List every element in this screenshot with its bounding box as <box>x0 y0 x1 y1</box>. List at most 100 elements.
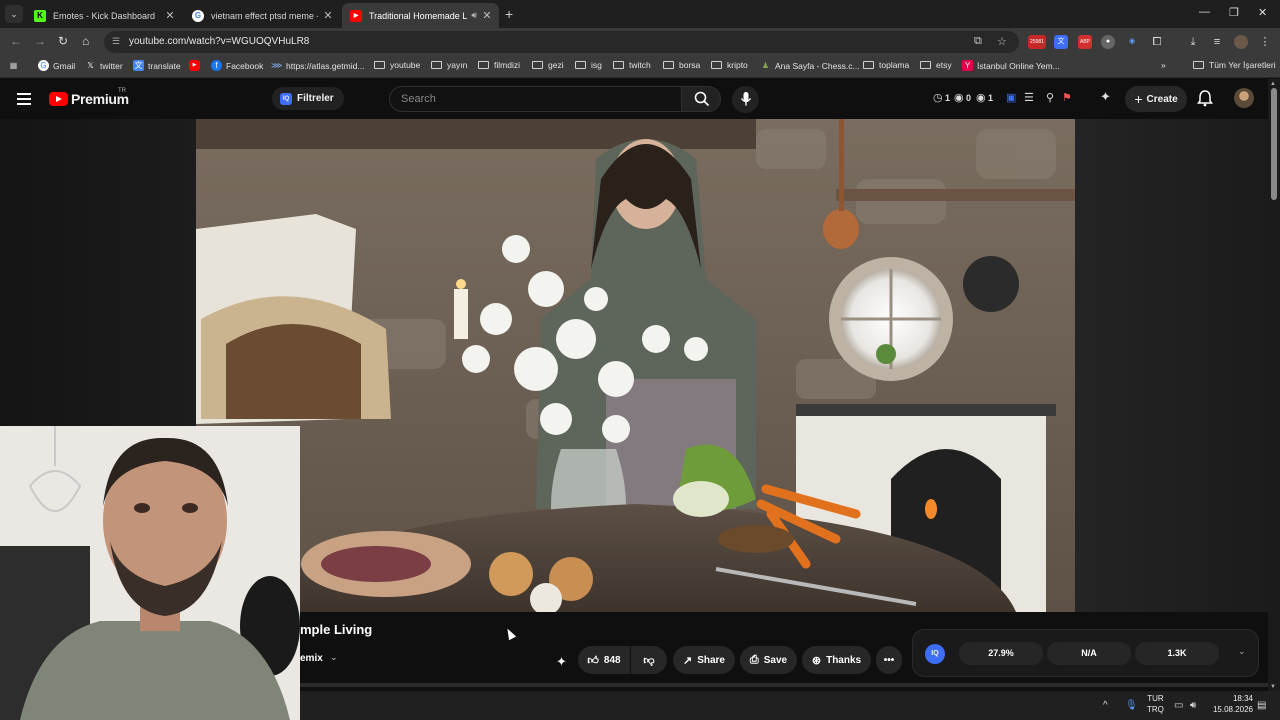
save-button[interactable]: ⎙ Save <box>740 646 797 674</box>
channel-name[interactable]: emix <box>300 653 323 664</box>
chevron-down-icon[interactable]: ⌄ <box>1238 646 1246 657</box>
bookmarks-overflow-icon[interactable]: » <box>1161 60 1166 70</box>
youtube-logo-icon[interactable] <box>49 92 68 106</box>
home-icon[interactable]: ⌂ <box>82 34 89 48</box>
list-icon[interactable]: ☰ <box>1024 91 1034 104</box>
video-player[interactable] <box>196 119 1075 612</box>
dislike-button[interactable]: 👎︎ <box>631 646 667 674</box>
bookmark-folder-isg[interactable]: isg <box>575 60 602 70</box>
reload-icon[interactable]: ↻ <box>58 34 68 48</box>
page-scrollbar[interactable]: ▲ ▼ <box>1268 79 1280 691</box>
reading-list-icon[interactable]: ≡ <box>1210 35 1224 49</box>
chevron-down-icon[interactable]: ⌄ <box>330 652 338 663</box>
bookmark-yemeksepeti[interactable]: Y İstanbul Online Yem... <box>962 60 1060 71</box>
bookmark-twitter[interactable]: 𝕏twitter <box>85 60 122 71</box>
bookmark-youtube[interactable]: ▶ <box>189 60 204 71</box>
tab-search-button[interactable]: ⌄ <box>5 5 23 23</box>
download-icon[interactable]: ⤓ <box>1186 35 1200 49</box>
bookmark-atlas[interactable]: ⋙ https://atlas.getmid... <box>271 60 364 71</box>
scroll-down-icon[interactable]: ▼ <box>1270 684 1276 690</box>
close-window-icon[interactable]: ✕ <box>1258 6 1267 19</box>
audio-extension-icon[interactable]: ◉ <box>1125 35 1139 49</box>
guide-menu-icon[interactable] <box>17 93 31 105</box>
system-clock[interactable]: 18:34 15.08.2026 <box>1209 693 1253 715</box>
bookmark-folder-twitch[interactable]: twitch <box>613 60 651 70</box>
address-bar[interactable]: ☰ youtube.com/watch?v=WGUOQVHuLR8 ⧉ ☆ <box>104 31 1019 53</box>
share-icon: ↗ <box>682 654 693 667</box>
microphone-icon[interactable]: 🎙︎ <box>1125 700 1138 711</box>
close-tab-icon[interactable]: ✕ <box>164 9 176 22</box>
back-icon[interactable]: ← <box>10 34 22 48</box>
bookmark-chess[interactable]: ♟ Ana Sayfa - Chess.c... <box>760 60 860 71</box>
extensions-puzzle-icon[interactable]: ⧠ <box>1150 35 1164 49</box>
bookmark-folder-gezi[interactable]: gezi <box>532 60 564 70</box>
gamepad-icon[interactable]: ✦ <box>556 654 567 670</box>
bookmark-translate[interactable]: 文 translate <box>133 60 181 71</box>
bookmark-facebook[interactable]: f Facebook <box>211 60 263 71</box>
notifications-bell-icon[interactable] <box>1197 89 1213 107</box>
iq-logo-icon[interactable]: IQ <box>925 644 945 664</box>
player-bottom-bar[interactable] <box>300 683 1268 687</box>
bookmarks-bar: ▦ G Gmail 𝕏twitter 文 translate ▶ f Facebook… <box>0 56 1280 78</box>
more-actions-button[interactable]: ••• <box>876 646 902 674</box>
bookmark-folder-youtube[interactable]: youtube <box>374 60 420 70</box>
share-button[interactable]: ↗ Share <box>673 646 735 674</box>
extension-badge[interactable]: 25981 <box>1028 35 1046 49</box>
apps-grid-icon[interactable]: ▦ <box>8 60 23 71</box>
user-avatar[interactable] <box>1234 88 1254 108</box>
like-button[interactable]: 👍︎ 848 <box>578 646 630 674</box>
volume-icon[interactable]: 🔊︎ <box>1190 700 1196 711</box>
bookmark-folder-borsa[interactable]: borsa <box>663 60 700 70</box>
profile-avatar-icon[interactable] <box>1234 35 1248 49</box>
input-language[interactable]: TUR TRQ <box>1147 693 1164 715</box>
folder-icon <box>478 61 489 69</box>
search-button[interactable] <box>681 86 721 112</box>
voice-search-button[interactable] <box>732 86 759 113</box>
cast-icon[interactable]: ⧉ <box>974 35 982 48</box>
bookmark-folder-yayin[interactable]: yayın <box>431 60 467 70</box>
search-input[interactable]: Search <box>389 86 681 112</box>
bookmark-gmail[interactable]: G Gmail <box>38 60 75 71</box>
minimize-icon[interactable]: — <box>1199 6 1210 18</box>
forward-icon[interactable]: → <box>34 34 46 48</box>
scrollbar-thumb[interactable] <box>1271 88 1277 200</box>
network-icon[interactable]: ▭ <box>1174 700 1183 711</box>
notification-off-icon[interactable]: ⚑ <box>1062 91 1072 104</box>
rocket-icon[interactable]: ⚲ <box>1046 91 1054 104</box>
site-info-icon[interactable]: ☰ <box>112 36 120 47</box>
notification-icon[interactable]: ▤ <box>1257 700 1266 711</box>
all-bookmarks-folder[interactable]: Tüm Yer İşaretleri <box>1193 60 1276 70</box>
restore-icon[interactable]: ❐ <box>1229 6 1239 19</box>
translate-extension-icon[interactable]: 文 <box>1054 35 1068 49</box>
tab-kick-dashboard[interactable]: K Emotes - Kick Dashboard ✕ <box>26 3 182 28</box>
stat-watch-later: 1 <box>945 93 951 103</box>
x-icon: 𝕏 <box>87 61 94 70</box>
browser-menu-icon[interactable]: ⋮ <box>1258 35 1272 49</box>
windows-taskbar: ^ 🎙︎ ▭ 🔊︎ ▤ <box>300 691 1280 720</box>
yemeksepeti-icon: Y <box>962 60 973 71</box>
eye-icon: ◉ <box>954 92 964 104</box>
eye-icon: ◉ <box>976 92 986 104</box>
thanks-button[interactable]: ⊛ Thanks <box>802 646 871 674</box>
gamepad-icon[interactable]: ✦ <box>1100 89 1111 105</box>
bookmark-star-icon[interactable]: ☆ <box>997 35 1007 48</box>
adblock-extension-icon[interactable]: ABP <box>1078 35 1092 49</box>
bookmark-folder-kripto[interactable]: kripto <box>711 60 748 70</box>
tab-title: Traditional Homemade Las <box>369 10 468 21</box>
mouse-cursor <box>503 626 517 641</box>
bookmark-folder-etsy[interactable]: etsy <box>920 60 952 70</box>
close-tab-icon[interactable]: ✕ <box>481 9 493 22</box>
bookmark-folder-toplama[interactable]: toplama <box>863 60 909 70</box>
iq-icon[interactable]: ▣ <box>1006 91 1016 104</box>
tab-youtube-video[interactable]: ▶ Traditional Homemade Las 🔊︎ ✕ <box>342 3 499 28</box>
tab-google-search[interactable]: G vietnam effect ptsd meme - Go ✕ <box>184 3 340 28</box>
filters-button[interactable]: IQ Filtreler <box>272 87 344 110</box>
new-tab-button[interactable]: + <box>505 6 513 22</box>
scroll-up-icon[interactable]: ▲ <box>1270 81 1276 87</box>
extension-icon[interactable]: ● <box>1101 35 1115 49</box>
create-button[interactable]: + Create <box>1125 86 1187 112</box>
bookmark-folder-filmdizi[interactable]: filmdizi <box>478 60 520 70</box>
speaker-icon[interactable]: 🔊︎ <box>471 10 477 21</box>
tray-overflow-icon[interactable]: ^ <box>1103 700 1108 711</box>
close-tab-icon[interactable]: ✕ <box>322 9 334 22</box>
